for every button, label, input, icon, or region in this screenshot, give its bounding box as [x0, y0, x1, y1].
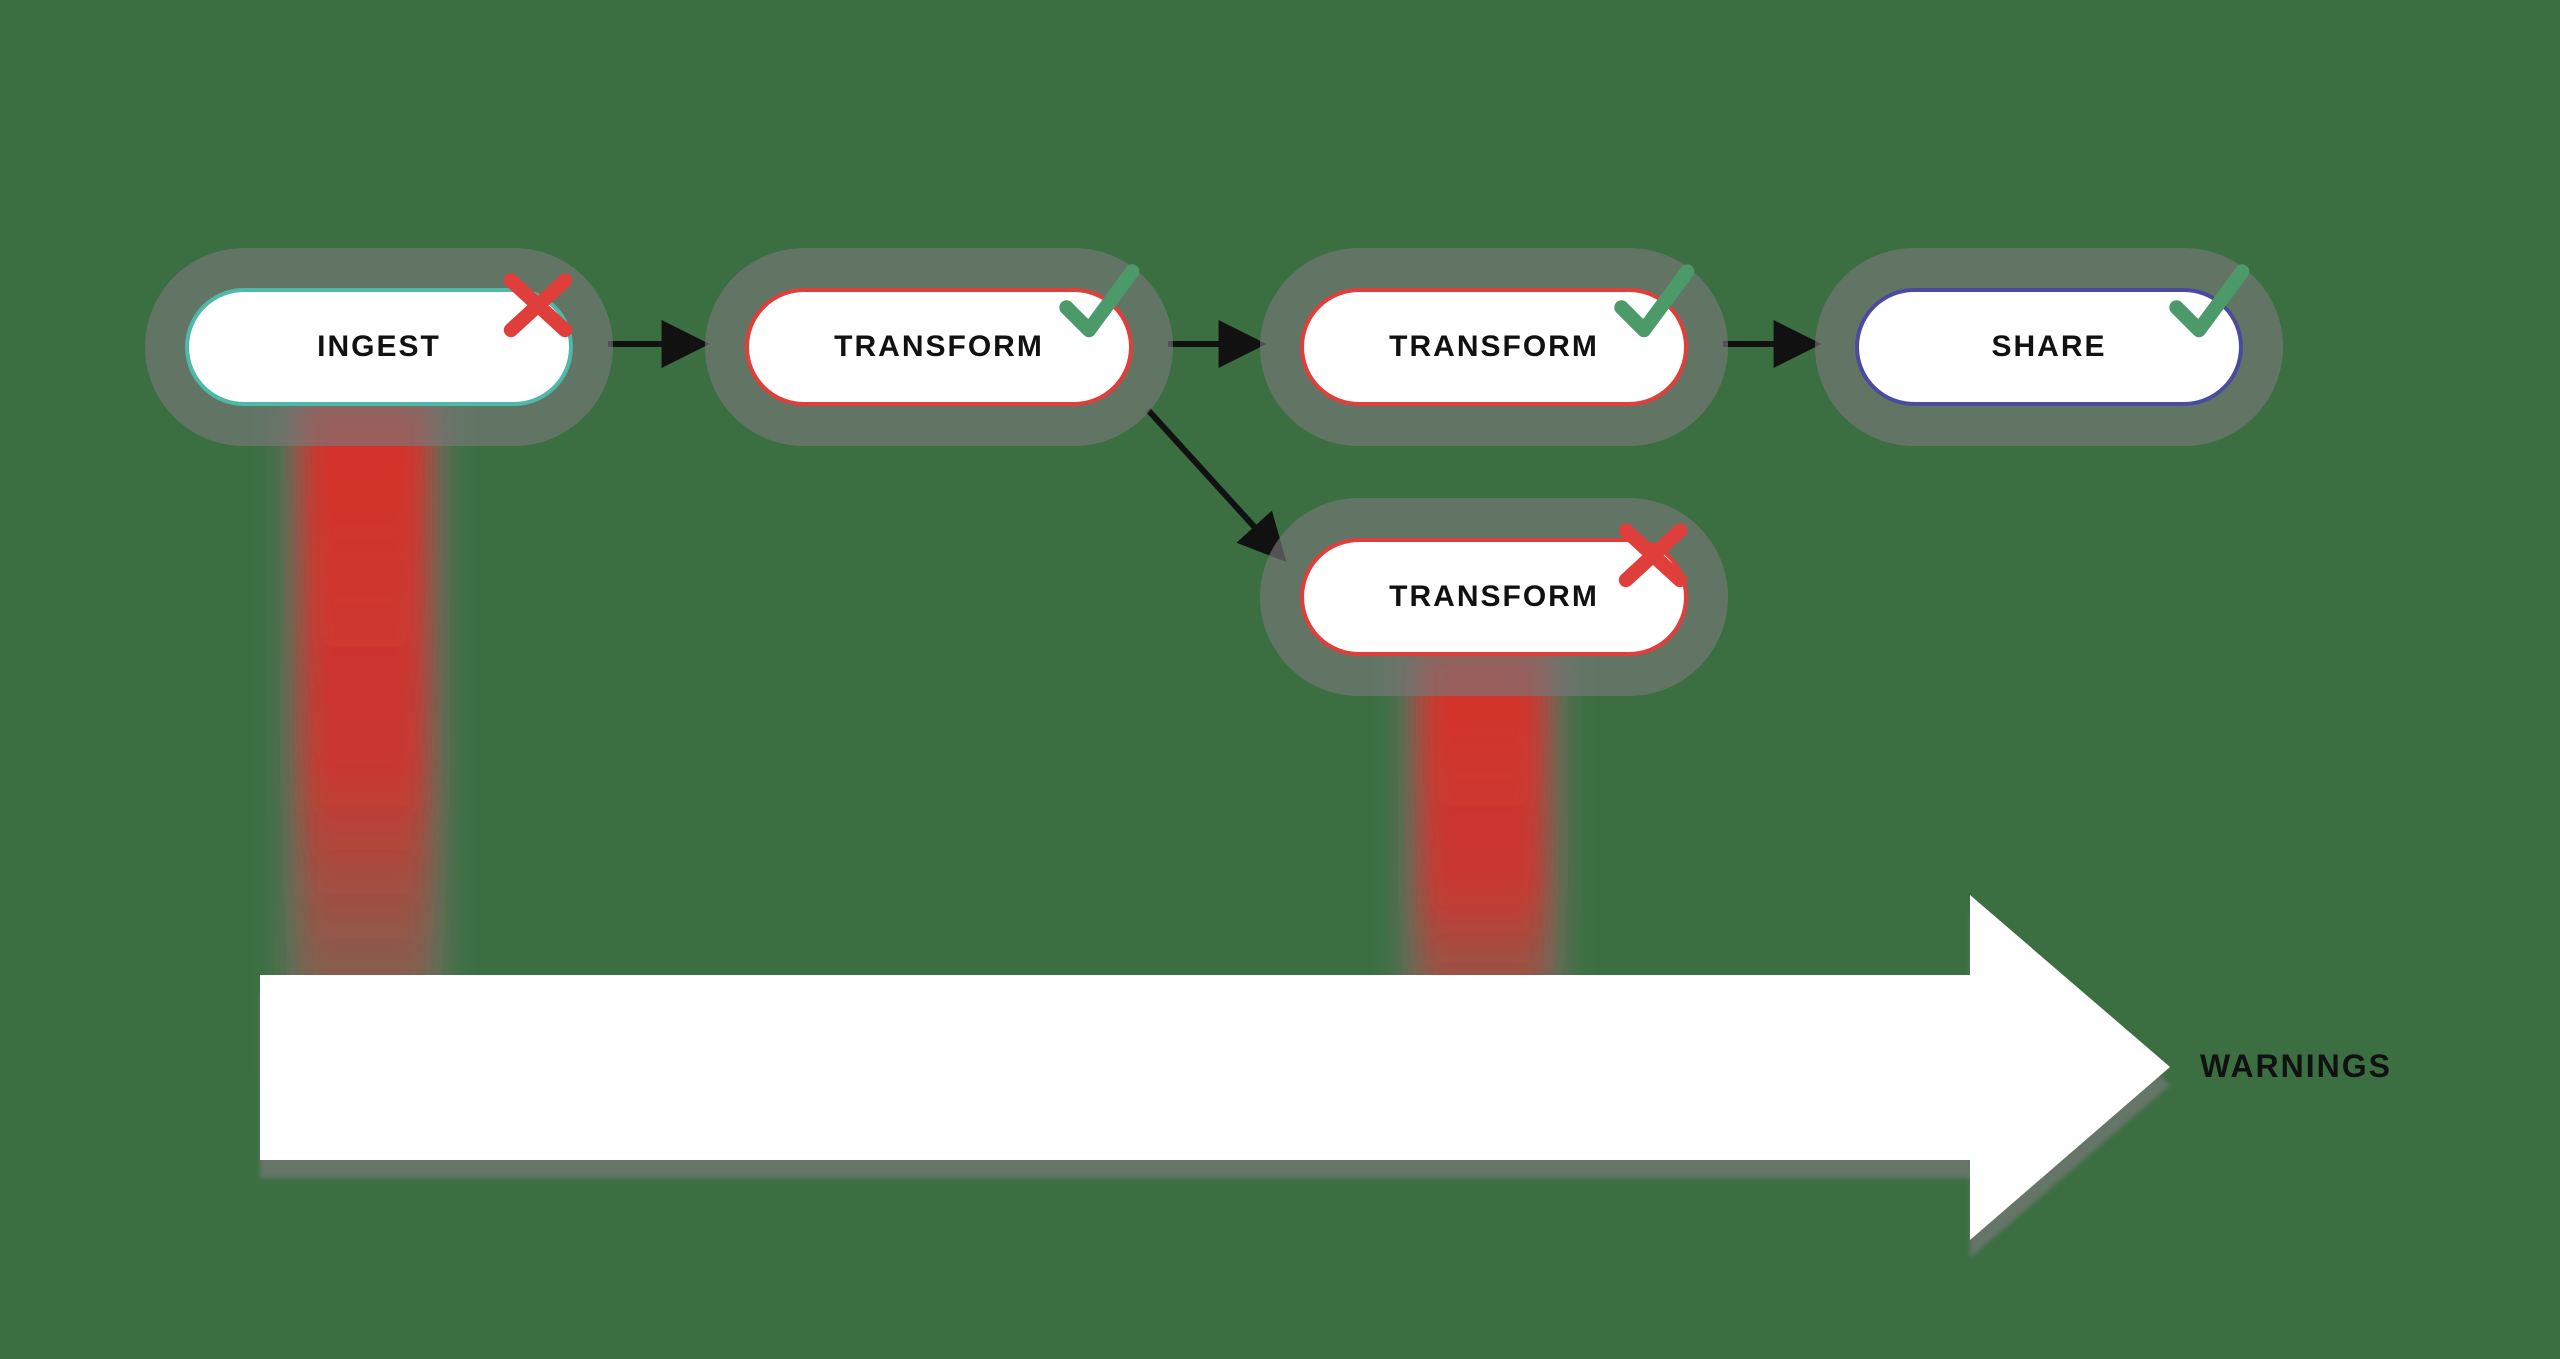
node-label: TRANSFORM — [1389, 580, 1599, 614]
node-transform-3: TRANSFORM — [1300, 538, 1688, 656]
check-icon — [1053, 258, 1143, 348]
node-transform-1: TRANSFORM — [745, 288, 1133, 406]
connector-transform1-transform3 — [1148, 410, 1280, 555]
cross-icon — [493, 258, 583, 348]
node-label: SHARE — [1991, 330, 2106, 364]
node-share: SHARE — [1855, 288, 2243, 406]
diagram-svg — [0, 0, 2560, 1359]
warnings-arrow — [260, 895, 2170, 1258]
warnings-label: WARNINGS — [2200, 1048, 2392, 1085]
node-label: TRANSFORM — [1389, 330, 1599, 364]
node-transform-2: TRANSFORM — [1300, 288, 1688, 406]
check-icon — [1608, 258, 1698, 348]
check-icon — [2163, 258, 2253, 348]
diagram-canvas: INGEST TRANSFORM TRANSFORM SHARE TRANSFO… — [0, 0, 2560, 1359]
node-label: TRANSFORM — [834, 330, 1044, 364]
cross-icon — [1608, 508, 1698, 598]
node-ingest: INGEST — [185, 288, 573, 406]
node-label: INGEST — [317, 330, 441, 364]
